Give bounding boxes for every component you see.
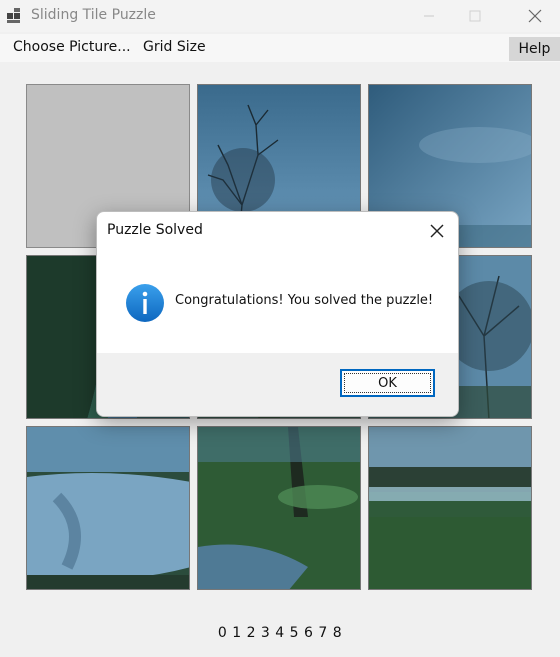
dialog-title: Puzzle Solved [107,222,203,238]
menu-bar: Choose Picture... Grid Size Help [0,34,560,62]
dialog-close-button[interactable] [424,218,450,244]
puzzle-tile[interactable] [197,426,361,590]
minimize-icon [424,15,434,17]
dialog-message: Congratulations! You solved the puzzle! [175,293,434,308]
window-title: Sliding Tile Puzzle [31,7,156,23]
puzzle-tile[interactable] [368,426,532,590]
menu-grid-size[interactable]: Grid Size [143,39,206,55]
app-icon [7,8,20,23]
minimize-button[interactable] [406,0,452,32]
title-bar: Sliding Tile Puzzle [0,0,560,32]
puzzle-tile[interactable] [26,426,190,590]
tile-order-label: 0 1 2 3 4 5 6 7 8 [217,625,343,641]
info-icon [126,284,164,322]
close-window-button[interactable] [512,0,558,32]
close-icon [528,9,542,23]
menu-help[interactable]: Help [509,37,560,61]
dialog-footer: OK [97,353,458,416]
puzzle-solved-dialog: Puzzle Solved Congratulations! You solve… [96,211,459,417]
close-icon [430,224,444,238]
maximize-button[interactable] [452,0,498,32]
ok-button[interactable]: OK [340,369,435,397]
menu-choose-picture[interactable]: Choose Picture... [13,39,131,55]
maximize-icon [469,10,481,22]
